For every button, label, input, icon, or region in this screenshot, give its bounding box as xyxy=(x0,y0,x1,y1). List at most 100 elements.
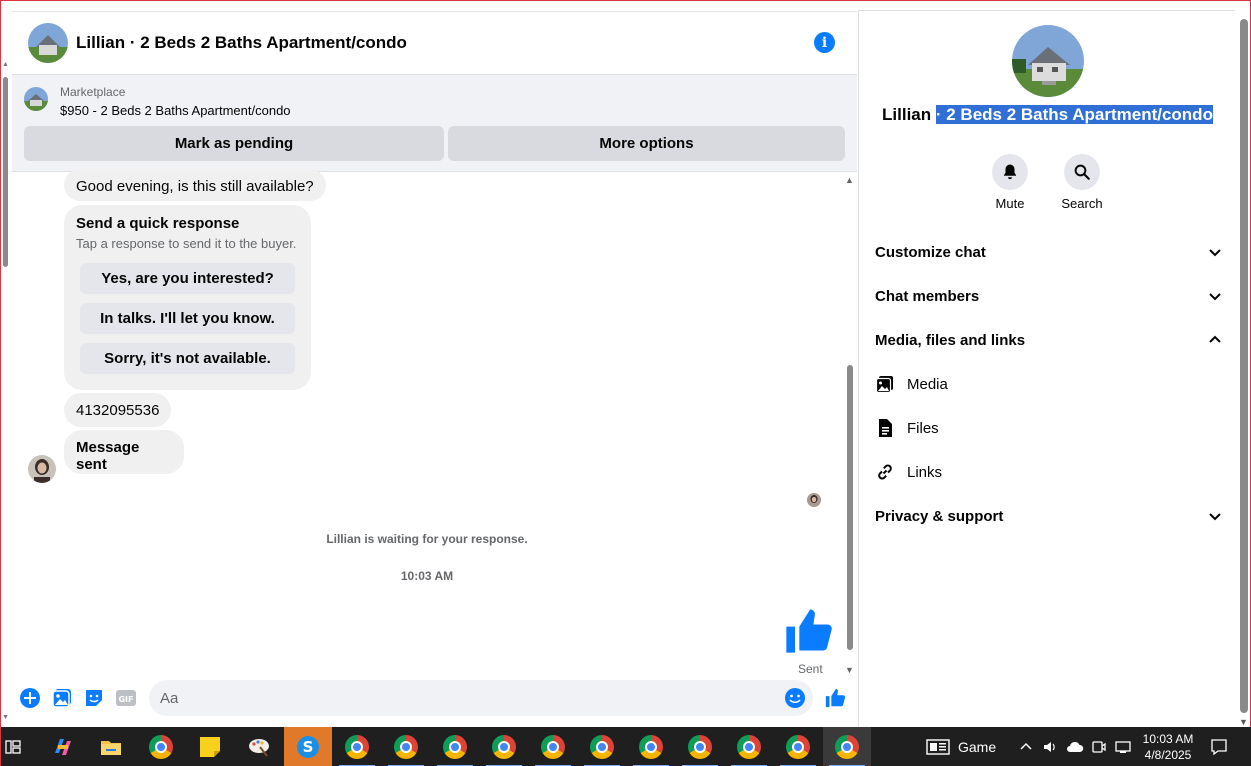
info-icon[interactable]: i xyxy=(814,32,835,53)
mute-button[interactable]: Mute xyxy=(980,154,1040,211)
game-widget[interactable]: Game xyxy=(926,727,996,766)
network-icon[interactable] xyxy=(1114,727,1132,766)
chrome-icon[interactable] xyxy=(137,727,185,766)
chrome-profile-icon[interactable] xyxy=(676,727,724,766)
chat-scroll-down-icon[interactable]: ▼ xyxy=(845,665,854,675)
paint-icon[interactable] xyxy=(235,727,283,766)
page-scroll-thumb[interactable] xyxy=(3,77,8,267)
section-media-files-links[interactable]: Media, files and links xyxy=(875,328,1223,352)
more-options-button[interactable]: More options xyxy=(448,126,845,161)
sender-avatar[interactable] xyxy=(28,455,56,483)
chat-scroll-up-icon[interactable]: ▲ xyxy=(845,175,854,185)
sent-like-icon[interactable] xyxy=(782,605,834,657)
clock[interactable]: 10:03 AM 4/8/2025 xyxy=(1138,727,1198,766)
section-label: Customize chat xyxy=(875,243,986,261)
copilot-icon[interactable] xyxy=(39,727,87,766)
svg-text:S: S xyxy=(303,738,314,756)
listing-avatar-large[interactable] xyxy=(1012,25,1084,97)
s-app-icon[interactable]: S xyxy=(284,727,332,766)
quick-response-option[interactable]: In talks. I'll let you know. xyxy=(80,303,295,334)
scroll-up-arrow-icon[interactable]: ▲ xyxy=(2,61,9,68)
emoji-icon[interactable] xyxy=(784,687,806,709)
sticker-icon[interactable] xyxy=(83,687,105,709)
file-explorer-icon[interactable] xyxy=(87,727,135,766)
gif-icon[interactable]: GIF xyxy=(115,687,137,709)
quick-response-option[interactable]: Sorry, it's not available. xyxy=(80,343,295,374)
chrome-profile-icon[interactable] xyxy=(333,727,381,766)
listing-price-title[interactable]: $950 - 2 Beds 2 Baths Apartment/condo xyxy=(60,103,291,118)
chrome-profile-icon[interactable] xyxy=(382,727,430,766)
listing-avatar[interactable] xyxy=(28,23,68,63)
media-item-label: Media xyxy=(907,375,948,393)
page-scrollbar[interactable]: ▲ ▼ xyxy=(1,61,10,721)
message-input[interactable]: Aa xyxy=(149,680,813,716)
tray-chevron-up-icon[interactable] xyxy=(1019,727,1033,766)
bell-icon[interactable] xyxy=(992,154,1028,190)
onedrive-icon[interactable] xyxy=(1066,727,1084,766)
chrome-profile-icon[interactable] xyxy=(627,727,675,766)
game-label: Game xyxy=(958,739,997,755)
conversation-name: Lillian · 2 Beds 2 Baths Apartment/condo xyxy=(859,105,1236,125)
marketplace-label: Marketplace xyxy=(60,85,126,99)
panel-scrollbar[interactable]: ▼ xyxy=(1237,11,1251,727)
files-item[interactable]: Files xyxy=(875,416,1175,440)
sticky-notes-icon[interactable] xyxy=(186,727,234,766)
chat-scroll-thumb[interactable] xyxy=(847,365,853,650)
section-chat-members[interactable]: Chat members xyxy=(875,284,1223,308)
notification-icon[interactable] xyxy=(1210,727,1228,766)
chat-scrollbar[interactable]: ▲ ▼ xyxy=(845,175,855,675)
section-privacy-support[interactable]: Privacy & support xyxy=(875,504,1223,528)
mark-as-pending-button[interactable]: Mark as pending xyxy=(24,126,444,161)
chrome-profile-icon[interactable] xyxy=(431,727,479,766)
chrome-profile-icon[interactable] xyxy=(725,727,773,766)
search-button[interactable]: Search xyxy=(1052,154,1112,211)
meet-now-icon[interactable] xyxy=(1091,727,1107,766)
section-label: Privacy & support xyxy=(875,507,1004,525)
scroll-down-arrow-icon[interactable]: ▼ xyxy=(2,714,9,721)
chat-header: Lillian · 2 Beds 2 Baths Apartment/condo… xyxy=(12,12,857,75)
conversation-name-plain: Lillian xyxy=(882,105,936,124)
taskbar: S Game 10:03 AM 4/8/2025 xyxy=(1,727,1251,766)
chrome-profile-icon[interactable] xyxy=(480,727,528,766)
news-icon xyxy=(926,739,950,755)
media-item[interactable]: Media xyxy=(875,372,1175,396)
read-receipt-avatar xyxy=(807,493,821,507)
chevron-down-icon xyxy=(1209,513,1221,521)
quick-response-option[interactable]: Yes, are you interested? xyxy=(80,263,295,294)
message-bubble[interactable]: Good evening, is this still available? xyxy=(64,169,326,201)
chrome-profile-icon[interactable] xyxy=(578,727,626,766)
links-item-label: Links xyxy=(907,463,943,481)
plus-icon[interactable] xyxy=(19,687,41,709)
conversation-name-selected: · 2 Beds 2 Baths Apartment/condo xyxy=(935,105,1213,124)
message-bubble[interactable]: Message sent xyxy=(64,430,184,474)
panel-scroll-thumb[interactable] xyxy=(1240,19,1248,713)
svg-text:GIF: GIF xyxy=(118,695,133,704)
chrome-profile-icon[interactable] xyxy=(774,727,822,766)
sent-status: Sent xyxy=(798,662,823,676)
media-icon xyxy=(875,376,893,394)
quick-response-card: Send a quick response Tap a response to … xyxy=(64,205,311,390)
chevron-up-icon xyxy=(1209,335,1221,343)
message-bubble[interactable]: 4132095536 xyxy=(64,393,172,427)
chevron-down-icon xyxy=(1209,293,1221,301)
task-view-icon[interactable] xyxy=(1,727,25,766)
links-item[interactable]: Links xyxy=(875,460,1175,484)
chrome-profile-icon[interactable] xyxy=(529,727,577,766)
message-timestamp: 10:03 AM xyxy=(400,569,454,583)
listing-thumbnail[interactable] xyxy=(24,87,48,111)
panel-scroll-down-icon[interactable]: ▼ xyxy=(1239,717,1248,727)
section-customize-chat[interactable]: Customize chat xyxy=(875,240,1223,264)
search-label: Search xyxy=(1061,196,1103,211)
clock-time: 10:03 AM xyxy=(1142,732,1194,746)
like-icon[interactable] xyxy=(824,687,846,709)
volume-icon[interactable] xyxy=(1042,727,1058,766)
section-label: Chat members xyxy=(875,287,980,305)
search-icon[interactable] xyxy=(1064,154,1100,190)
composer: GIF Aa xyxy=(12,678,857,718)
chat-title[interactable]: Lillian · 2 Beds 2 Baths Apartment/condo xyxy=(76,33,407,53)
chevron-down-icon xyxy=(1209,249,1221,257)
photo-icon[interactable] xyxy=(51,687,73,709)
chat-pane: Lillian · 2 Beds 2 Baths Apartment/condo… xyxy=(12,11,857,727)
mute-label: Mute xyxy=(995,196,1025,211)
chrome-profile-icon[interactable] xyxy=(823,727,871,766)
